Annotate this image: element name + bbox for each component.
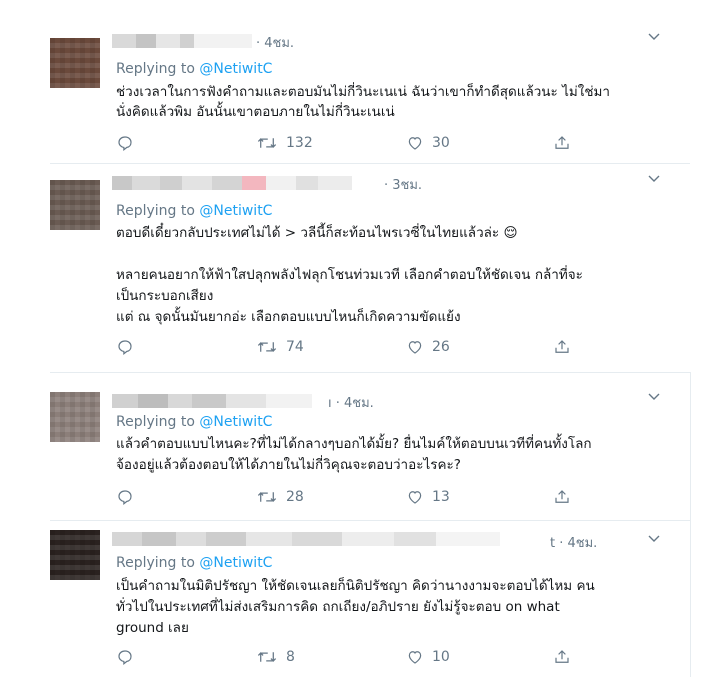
tweet-1[interactable]: · 4ชม. Replying to @NetiwitC ช่วงเวลาในก… (0, 30, 690, 160)
tweet-time[interactable]: · 3ชม. (384, 174, 422, 195)
retweet-count: 74 (286, 339, 304, 355)
tweet-time[interactable]: ı · 4ชม. (328, 392, 374, 413)
share-button[interactable] (553, 488, 571, 506)
tweet-actions: 8 10 (116, 648, 586, 668)
chevron-down-icon[interactable] (648, 172, 660, 187)
tweet-text: แล้วคำตอบแบบไหนคะ?ที่ไม่ได้กลางๆบอกได้มั… (116, 434, 676, 476)
replying-prefix: Replying to (116, 61, 195, 77)
tweet-line: แล้วคำตอบแบบไหนคะ?ที่ไม่ได้กลางๆบอกได้มั… (116, 436, 592, 452)
replying-handle-link[interactable]: @NetiwitC (199, 61, 272, 77)
share-icon (555, 136, 569, 149)
retweet-button[interactable]: 8 (256, 648, 295, 666)
retweet-count: 8 (286, 649, 295, 665)
share-button[interactable] (553, 648, 571, 666)
like-count: 30 (432, 135, 450, 151)
like-button[interactable]: 13 (406, 488, 450, 506)
tweet-line: นั่งคิดแล้วพิม อันนั้นเขาตอบภายในไม่กี่ว… (116, 104, 395, 120)
tweet-line: เป็นกระบอกเสียง (116, 288, 214, 304)
share-button[interactable] (553, 338, 571, 356)
reply-icon (118, 650, 132, 665)
tweet-line: แต่ ณ จุดนั้นมันยากอ่ะ เลือกตอบแบบไหนก็เ… (116, 309, 461, 325)
like-button[interactable]: 26 (406, 338, 450, 356)
replying-handle-link[interactable]: @NetiwitC (199, 555, 272, 571)
heart-icon (408, 491, 422, 504)
reply-button[interactable] (116, 134, 134, 152)
tweet-divider (50, 372, 690, 373)
tweet-line: ground เลย (116, 620, 189, 636)
reply-icon (118, 490, 132, 505)
replying-to: Replying to @NetiwitC (116, 61, 272, 77)
retweet-button[interactable]: 74 (256, 338, 304, 356)
chevron-down-icon[interactable] (648, 30, 660, 45)
share-icon (555, 490, 569, 503)
like-count: 10 (432, 649, 450, 665)
replying-to: Replying to @NetiwitC (116, 203, 272, 219)
retweet-icon (257, 492, 277, 502)
tweet-text: เป็นคำถามในมิติปรัชญา ให้ชัดเจนเลยก็นิติ… (116, 576, 676, 639)
avatar[interactable] (50, 38, 100, 88)
tweet-actions: 28 13 (116, 488, 586, 508)
replying-handle-link[interactable]: @NetiwitC (199, 414, 272, 430)
retweet-icon (257, 342, 277, 352)
blurred-username[interactable] (112, 394, 312, 408)
heart-icon (408, 341, 422, 354)
chevron-down-icon[interactable] (648, 532, 660, 547)
tweet-line: ทั่วไปในประเทศที่ไม่ส่งเสริมการคิด ถกเถี… (116, 599, 560, 615)
avatar[interactable] (50, 392, 100, 442)
tweet-time[interactable]: t · 4ชม. (550, 532, 597, 553)
like-count: 26 (432, 339, 450, 355)
retweet-icon (257, 138, 277, 148)
retweet-count: 28 (286, 489, 304, 505)
like-count: 13 (432, 489, 450, 505)
heart-icon (408, 137, 422, 150)
tweet-actions: 74 26 (116, 338, 586, 358)
retweet-icon (257, 652, 277, 662)
reply-button[interactable] (116, 648, 134, 666)
retweet-count: 132 (286, 135, 313, 151)
replying-prefix: Replying to (116, 203, 195, 219)
tweet-text: ตอบดีเดี๋ยวกลับประเทศไม่ได้ > วลีนี้ก็สะ… (116, 223, 676, 328)
tweet-actions: 132 30 (116, 134, 586, 154)
tweet-divider (50, 163, 690, 164)
replying-to: Replying to @NetiwitC (116, 414, 272, 430)
tweet-4[interactable]: t · 4ชม. Replying to @NetiwitC เป็นคำถาม… (0, 530, 690, 670)
tweet-3[interactable]: ı · 4ชม. Replying to @NetiwitC แล้วคำตอบ… (0, 390, 690, 515)
replying-prefix: Replying to (116, 555, 195, 571)
retweet-button[interactable]: 132 (256, 134, 313, 152)
share-icon (555, 650, 569, 663)
tweet-line: หลายคนอยากให้ฟ้าใสปลุกพลังไฟลุกโชนท่วมเว… (116, 267, 583, 283)
replying-handle-link[interactable]: @NetiwitC (199, 203, 272, 219)
avatar[interactable] (50, 530, 100, 580)
like-button[interactable]: 30 (406, 134, 450, 152)
tweet-line: จ้องอยู่แล้วต้องตอบให้ได้ภายในไม่กี่วิคุ… (116, 457, 461, 473)
blurred-username[interactable] (112, 532, 500, 546)
tweet-line: ตอบดีเดี๋ยวกลับประเทศไม่ได้ > วลีนี้ก็สะ… (116, 225, 518, 241)
panel-border (690, 372, 691, 677)
share-icon (555, 340, 569, 353)
tweet-divider (50, 520, 690, 521)
blurred-username[interactable] (112, 34, 252, 48)
replying-prefix: Replying to (116, 414, 195, 430)
blurred-username[interactable] (112, 176, 352, 190)
like-button[interactable]: 10 (406, 648, 450, 666)
replying-to: Replying to @NetiwitC (116, 555, 272, 571)
tweet-time[interactable]: · 4ชม. (256, 32, 294, 53)
tweet-text: ช่วงเวลาในการฟังคำถามและตอบมันไม่กี่วินะ… (116, 82, 676, 122)
tweet-2[interactable]: · 3ชม. Replying to @NetiwitC ตอบดีเดี๋ยว… (0, 172, 690, 362)
chevron-down-icon[interactable] (648, 390, 660, 405)
reply-button[interactable] (116, 338, 134, 356)
reply-icon (118, 340, 132, 355)
tweet-line (116, 244, 676, 265)
retweet-button[interactable]: 28 (256, 488, 304, 506)
reply-button[interactable] (116, 488, 134, 506)
share-button[interactable] (553, 134, 571, 152)
reply-icon (118, 136, 132, 151)
heart-icon (408, 651, 422, 664)
tweet-line: ช่วงเวลาในการฟังคำถามและตอบมันไม่กี่วินะ… (116, 84, 611, 100)
avatar[interactable] (50, 180, 100, 230)
tweet-line: เป็นคำถามในมิติปรัชญา ให้ชัดเจนเลยก็นิติ… (116, 578, 595, 594)
